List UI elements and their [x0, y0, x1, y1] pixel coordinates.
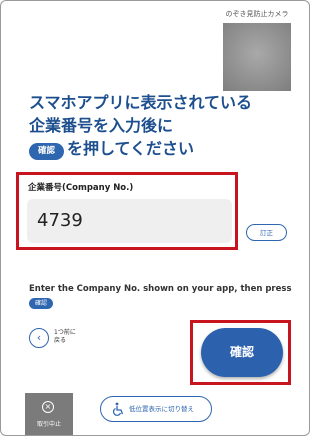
instruction-line-3-text: を押してください — [67, 139, 195, 158]
privacy-camera-label: のぞき見防止カメラ — [225, 10, 289, 18]
wheelchair-icon — [113, 402, 124, 416]
company-number-highlight: 企業番号(Company No.) 4739 — [16, 172, 238, 250]
company-number-input[interactable]: 4739 — [27, 199, 232, 243]
confirm-highlight: 確認 — [190, 320, 291, 385]
low-position-display-label: 低位置表示に切り替え — [129, 405, 194, 413]
instruction-heading: スマホアプリに表示されている 企業番号を入力後に 確認 を押してください — [29, 91, 299, 160]
back-label-line-1: 1つ前に — [54, 329, 76, 336]
close-icon: × — [42, 401, 54, 413]
atm-screen: のぞき見防止カメラ スマホアプリに表示されている 企業番号を入力後に 確認 を押し… — [0, 0, 310, 436]
back-button[interactable]: ‹ — [29, 328, 49, 348]
cancel-transaction-button[interactable]: × 取引中止 — [25, 393, 73, 435]
confirm-pill-inline: 確認 — [29, 143, 65, 160]
confirm-pill-small: 確認 — [29, 298, 54, 309]
cancel-transaction-label: 取引中止 — [36, 421, 61, 428]
instruction-line-2: 企業番号を入力後に — [29, 116, 174, 135]
back-label-line-2: 戻る — [54, 337, 67, 344]
correct-button[interactable]: 訂正 — [246, 224, 287, 241]
confirm-button[interactable]: 確認 — [201, 328, 283, 377]
company-number-label: 企業番号(Company No.) — [28, 183, 134, 193]
instruction-line-1: スマホアプリに表示されている — [29, 93, 253, 112]
chevron-left-icon: ‹ — [36, 331, 42, 344]
english-instruction: Enter the Company No. shown on your app,… — [29, 284, 292, 294]
privacy-camera-image — [223, 23, 291, 91]
back-label: 1つ前に 戻る — [54, 329, 76, 345]
low-position-display-button[interactable]: 低位置表示に切り替え — [100, 396, 212, 422]
instruction-line-3: 確認 を押してください — [29, 137, 299, 160]
